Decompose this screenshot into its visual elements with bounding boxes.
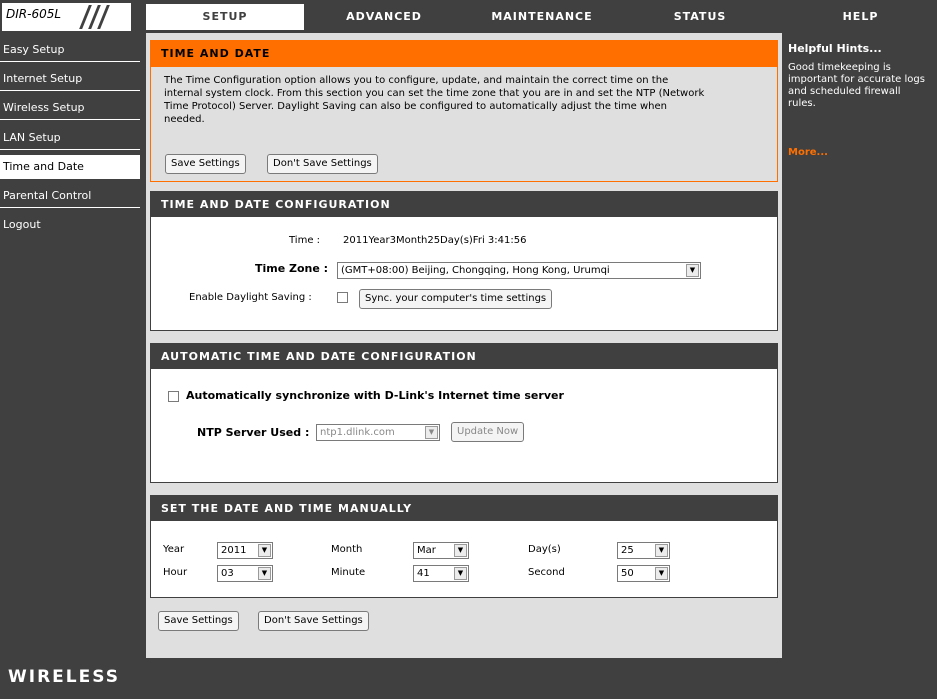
wireless-logo: WIRELESS (8, 667, 120, 687)
help-title: Helpful Hints... (788, 42, 882, 55)
intro-text-line: The Time Configuration option allows you… (164, 75, 669, 86)
auto-time-title: AUTOMATIC TIME AND DATE CONFIGURATION (151, 344, 777, 369)
tab-advanced[interactable]: ADVANCED (306, 4, 462, 30)
month-value: Mar (417, 545, 436, 556)
year-value: 2011 (221, 545, 247, 556)
day-select[interactable]: 25 ▼ (617, 542, 670, 559)
sidebar-item-wireless-setup[interactable]: Wireless Setup (0, 96, 140, 120)
tab-maintenance[interactable]: MAINTENANCE (464, 4, 620, 30)
chevron-down-icon: ▼ (258, 567, 271, 580)
tab-status[interactable]: STATUS (622, 4, 778, 30)
chevron-down-icon: ▼ (454, 544, 467, 557)
help-more-link[interactable]: More... (788, 147, 828, 158)
auto-time-panel: AUTOMATIC TIME AND DATE CONFIGURATION Au… (150, 343, 778, 483)
bottom-save-settings-button[interactable]: Save Settings (158, 611, 239, 631)
minute-select[interactable]: 41 ▼ (413, 565, 469, 582)
manual-time-panel: SET THE DATE AND TIME MANUALLY Year 2011… (150, 495, 778, 598)
manual-time-title: SET THE DATE AND TIME MANUALLY (151, 496, 777, 521)
day-label: Day(s) (528, 544, 561, 555)
model-name: DIR-605L (6, 7, 62, 21)
second-label: Second (528, 567, 565, 578)
second-select[interactable]: 50 ▼ (617, 565, 670, 582)
hour-value: 03 (221, 568, 234, 579)
tab-help[interactable]: HELP (784, 4, 937, 30)
sidebar-item-time-and-date[interactable]: Time and Date (0, 155, 140, 179)
year-select[interactable]: 2011 ▼ (217, 542, 273, 559)
intro-text-line: needed. (164, 114, 205, 125)
second-value: 50 (621, 568, 634, 579)
help-text: Good timekeeping is important for accura… (788, 62, 925, 109)
time-config-panel: TIME AND DATE CONFIGURATION Time : 2011Y… (150, 191, 778, 331)
ntp-server-label: NTP Server Used : (197, 426, 310, 439)
router-admin-page: DIR-605L SETUP ADVANCED MAINTENANCE STAT… (0, 0, 937, 699)
intro-title: TIME AND DATE (151, 41, 777, 67)
time-label: Time : (289, 235, 321, 246)
sidebar-item-logout[interactable]: Logout (0, 213, 140, 237)
update-now-button[interactable]: Update Now (451, 422, 525, 442)
dont-save-settings-button[interactable]: Don't Save Settings (267, 154, 378, 174)
footer: WIRELESS (0, 658, 937, 699)
timezone-value: (GMT+08:00) Beijing, Chongqing, Hong Kon… (341, 265, 610, 276)
sidebar-item-internet-setup[interactable]: Internet Setup (0, 67, 140, 91)
chevron-down-icon: ▼ (686, 264, 699, 277)
intro-text-line: internal system clock. From this section… (164, 88, 705, 99)
hour-select[interactable]: 03 ▼ (217, 565, 273, 582)
year-label: Year (163, 544, 185, 555)
day-value: 25 (621, 545, 634, 556)
hour-label: Hour (163, 567, 188, 578)
month-label: Month (331, 544, 363, 555)
intro-text-line: Time Protocol) Server. Daylight Saving c… (164, 101, 667, 112)
auto-sync-label: Automatically synchronize with D-Link's … (186, 389, 564, 402)
time-config-title: TIME AND DATE CONFIGURATION (151, 192, 777, 217)
timezone-select[interactable]: (GMT+08:00) Beijing, Chongqing, Hong Kon… (337, 262, 701, 279)
ntp-server-select[interactable]: ntp1.dlink.com ▼ (316, 424, 440, 441)
chevron-down-icon: ▼ (425, 426, 438, 439)
sidebar-item-lan-setup[interactable]: LAN Setup (0, 126, 140, 150)
ntp-server-value: ntp1.dlink.com (320, 427, 395, 438)
chevron-down-icon: ▼ (258, 544, 271, 557)
chevron-down-icon: ▼ (454, 567, 467, 580)
month-select[interactable]: Mar ▼ (413, 542, 469, 559)
sidebar: Easy Setup Internet Setup Wireless Setup… (0, 38, 142, 658)
timezone-label: Time Zone : (255, 262, 329, 275)
intro-text: The Time Configuration option allows you… (164, 74, 764, 126)
daylight-saving-label: Enable Daylight Saving : (189, 292, 312, 303)
intro-panel: TIME AND DATE The Time Configuration opt… (150, 40, 778, 182)
model-badge: DIR-605L (2, 3, 131, 31)
chevron-down-icon: ▼ (655, 567, 668, 580)
sync-time-button[interactable]: Sync. your computer's time settings (359, 289, 553, 309)
time-value: 2011Year3Month25Day(s)Fri 3:41:56 (343, 235, 527, 246)
bottom-dont-save-settings-button[interactable]: Don't Save Settings (258, 611, 369, 631)
daylight-saving-checkbox[interactable] (337, 292, 348, 303)
sidebar-item-easy-setup[interactable]: Easy Setup (0, 38, 140, 62)
auto-sync-checkbox[interactable] (168, 391, 179, 402)
minute-value: 41 (417, 568, 430, 579)
chevron-down-icon: ▼ (655, 544, 668, 557)
save-settings-button[interactable]: Save Settings (165, 154, 246, 174)
minute-label: Minute (331, 567, 366, 578)
sidebar-item-parental-control[interactable]: Parental Control (0, 184, 140, 208)
help-panel: Helpful Hints... Good timekeeping is imp… (784, 33, 937, 658)
main-content: TIME AND DATE The Time Configuration opt… (146, 33, 782, 658)
tab-setup[interactable]: SETUP (146, 4, 304, 30)
top-bar: DIR-605L SETUP ADVANCED MAINTENANCE STAT… (0, 0, 937, 33)
